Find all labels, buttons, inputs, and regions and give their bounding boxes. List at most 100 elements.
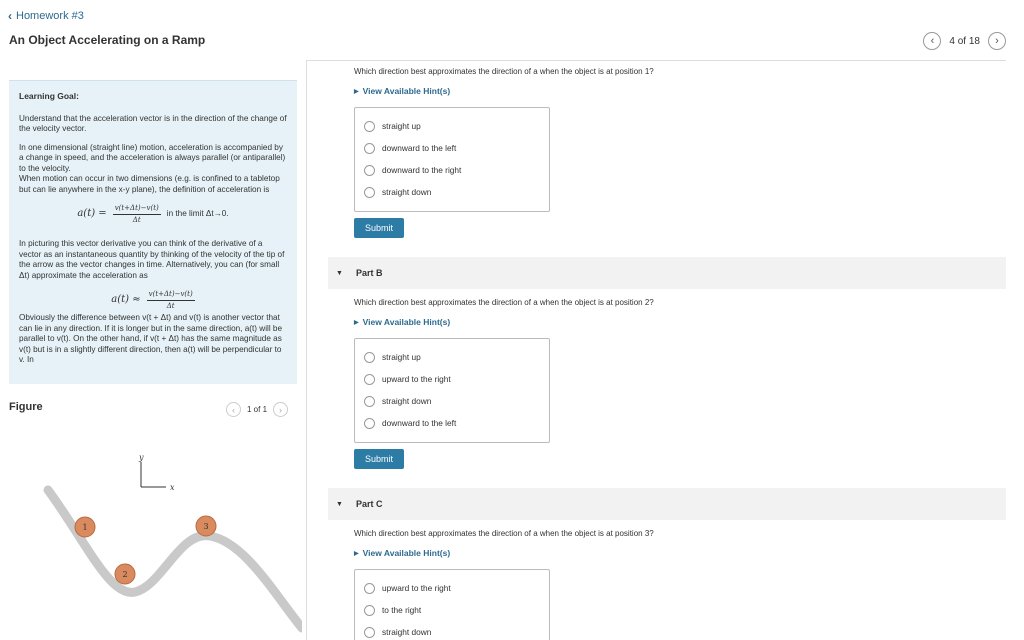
column-divider xyxy=(306,60,307,640)
radio-button[interactable] xyxy=(364,120,375,132)
option-label: to the right xyxy=(382,605,422,615)
y-axis-label: y xyxy=(138,453,144,462)
triangle-right-icon: ▶ xyxy=(354,319,359,326)
ball-2: 2 xyxy=(114,563,136,585)
page-title: An Object Accelerating on a Ramp xyxy=(9,33,206,47)
radio-button[interactable] xyxy=(364,164,375,176)
radio-button[interactable] xyxy=(364,186,375,198)
part-b-option[interactable]: straight up xyxy=(364,346,540,368)
back-link-label: Homework #3 xyxy=(16,10,84,22)
formula2-numerator: v(t+Δt)−v(t) xyxy=(146,289,195,301)
part-a-options: straight up downward to the left downwar… xyxy=(354,107,550,212)
part-b-submit-button[interactable]: Submit xyxy=(354,449,404,469)
next-figure-button[interactable]: › xyxy=(273,402,289,417)
formula1-fraction: v(t+Δt)−v(t) Δt xyxy=(112,203,161,225)
part-b-title: Part B xyxy=(355,268,383,278)
goal-paragraph-2: In one dimensional (straight line) motio… xyxy=(19,142,286,173)
option-label: upward to the right xyxy=(382,583,451,593)
option-label: downward to the left xyxy=(382,418,457,428)
goal-paragraph-4: In picturing this vector derivative you … xyxy=(19,239,285,280)
figure-counter: 1 of 1 xyxy=(247,405,268,414)
figure-label: Figure xyxy=(9,401,43,413)
chevron-left-icon: ‹ xyxy=(8,9,12,23)
goal-paragraph-3: When motion can occur in two dimensions … xyxy=(19,174,280,194)
part-a-option[interactable]: straight up xyxy=(364,115,540,137)
formula1-numerator: v(t+Δt)−v(t) xyxy=(112,203,161,215)
part-a-hint-label: View Available Hint(s) xyxy=(362,86,451,96)
part-b-hint-label: View Available Hint(s) xyxy=(362,317,451,327)
radio-button[interactable] xyxy=(364,351,375,363)
chevron-left-icon: ‹ xyxy=(930,35,935,47)
part-c-options: upward to the right to the right straigh… xyxy=(354,569,550,640)
next-problem-button[interactable]: › xyxy=(988,32,1006,50)
part-b-question: Which direction best approximates the di… xyxy=(354,298,654,307)
part-c-hint-label: View Available Hint(s) xyxy=(362,548,451,558)
ball-1-label: 1 xyxy=(82,523,87,532)
learning-goal-heading: Learning Goal: xyxy=(19,91,79,101)
triangle-right-icon: ▶ xyxy=(354,550,359,557)
option-label: straight up xyxy=(382,352,421,362)
option-label: straight down xyxy=(382,627,432,637)
part-a-option[interactable]: downward to the left xyxy=(364,137,540,159)
formula1-lhs: a(t) = xyxy=(77,207,107,219)
ball-3-label: 3 xyxy=(203,522,208,531)
part-c-title: Part C xyxy=(355,499,383,509)
learning-goal-panel: Learning Goal: Understand that the accel… xyxy=(9,80,297,384)
ball-1: 1 xyxy=(74,516,96,538)
problem-pager: ‹ 4 of 18 › xyxy=(923,32,1006,50)
radio-button[interactable] xyxy=(364,417,375,429)
triangle-down-icon: ▼ xyxy=(336,500,343,508)
part-c-option[interactable]: upward to the right xyxy=(364,577,540,599)
top-divider xyxy=(306,60,1006,61)
formula1-tail: in the limit Δt→0. xyxy=(166,208,229,218)
ball-2-label: 2 xyxy=(122,570,127,579)
goal-paragraph-5: Obviously the difference between v(t + Δ… xyxy=(19,313,283,364)
part-c-option[interactable]: to the right xyxy=(364,599,540,621)
part-b-options: straight up upward to the right straight… xyxy=(354,338,550,443)
option-label: downward to the right xyxy=(382,165,462,175)
radio-button[interactable] xyxy=(364,626,375,638)
part-b-option[interactable]: downward to the left xyxy=(364,412,540,434)
radio-button[interactable] xyxy=(364,604,375,616)
x-axis-label: x xyxy=(170,483,175,492)
part-a-option[interactable]: downward to the right xyxy=(364,159,540,181)
part-b-hint-link[interactable]: ▶ View Available Hint(s) xyxy=(354,317,450,327)
chevron-right-icon: › xyxy=(995,35,999,47)
previous-problem-button[interactable]: ‹ xyxy=(923,32,942,50)
option-label: straight up xyxy=(382,121,421,131)
part-a-submit-button[interactable]: Submit xyxy=(354,218,404,238)
part-b-header[interactable]: ▼ Part B xyxy=(328,257,1006,289)
chevron-left-icon: ‹ xyxy=(232,404,235,415)
part-c-question: Which direction best approximates the di… xyxy=(354,529,654,538)
back-to-homework-link[interactable]: ‹ Homework #3 xyxy=(8,9,84,23)
radio-button[interactable] xyxy=(364,395,375,407)
option-label: downward to the left xyxy=(382,143,457,153)
acceleration-approximation-formula: a(t) ≈ v(t+Δt)−v(t) Δt xyxy=(19,289,287,311)
option-label: upward to the right xyxy=(382,374,451,384)
triangle-right-icon: ▶ xyxy=(354,88,359,95)
figure-pager: ‹ 1 of 1 › xyxy=(226,402,289,417)
previous-figure-button[interactable]: ‹ xyxy=(226,402,241,417)
ball-3: 3 xyxy=(195,515,217,537)
formula2-denominator: Δt xyxy=(166,301,175,310)
goal-paragraph-1: Understand that the acceleration vector … xyxy=(19,113,287,134)
option-label: straight down xyxy=(382,396,432,406)
part-c-hint-link[interactable]: ▶ View Available Hint(s) xyxy=(354,548,450,558)
part-b-option[interactable]: straight down xyxy=(364,390,540,412)
problem-counter: 4 of 18 xyxy=(949,35,980,47)
part-a-question: Which direction best approximates the di… xyxy=(354,67,654,76)
radio-button[interactable] xyxy=(364,373,375,385)
formula2-fraction: v(t+Δt)−v(t) Δt xyxy=(146,289,195,311)
part-b-option[interactable]: upward to the right xyxy=(364,368,540,390)
part-a-option[interactable]: straight down xyxy=(364,181,540,203)
triangle-down-icon: ▼ xyxy=(336,269,343,277)
radio-button[interactable] xyxy=(364,582,375,594)
part-c-option[interactable]: straight down xyxy=(364,621,540,640)
part-c-header[interactable]: ▼ Part C xyxy=(328,488,1006,520)
ramp-figure: y x 1 2 3 xyxy=(43,453,302,633)
acceleration-definition-formula: a(t) = v(t+Δt)−v(t) Δt in the limit Δt→0… xyxy=(19,203,287,225)
ramp-track xyxy=(43,485,302,633)
radio-button[interactable] xyxy=(364,142,375,154)
part-a-hint-link[interactable]: ▶ View Available Hint(s) xyxy=(354,86,450,96)
formula2-lhs: a(t) ≈ xyxy=(111,293,141,305)
